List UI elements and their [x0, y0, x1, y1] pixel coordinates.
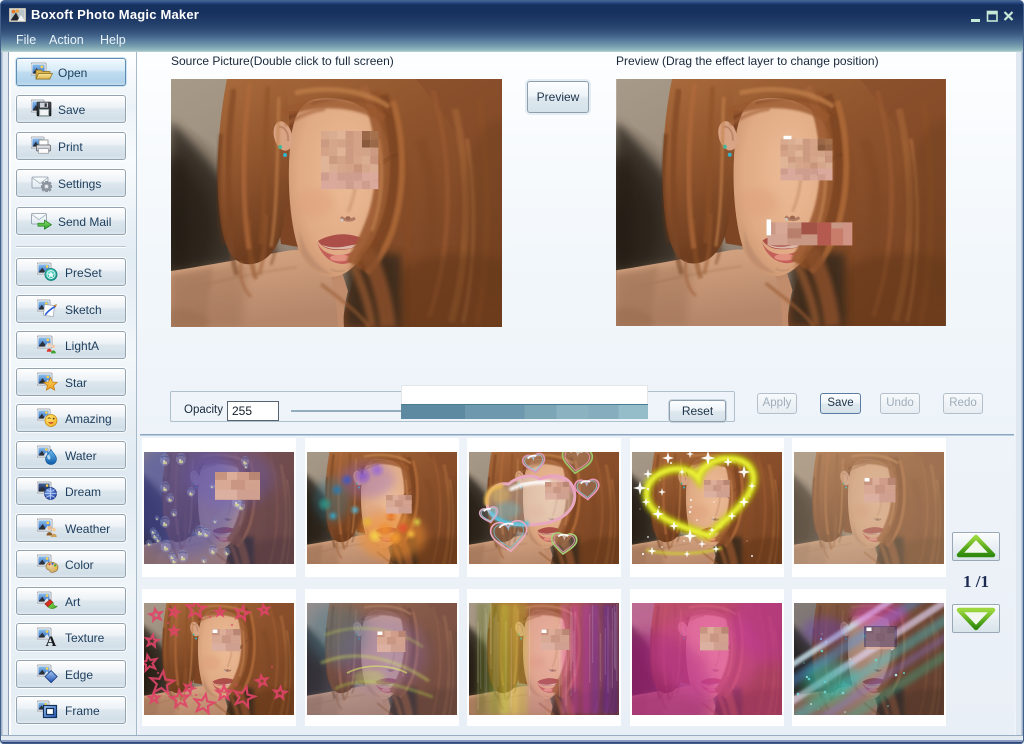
- svg-text:A: A: [46, 634, 57, 649]
